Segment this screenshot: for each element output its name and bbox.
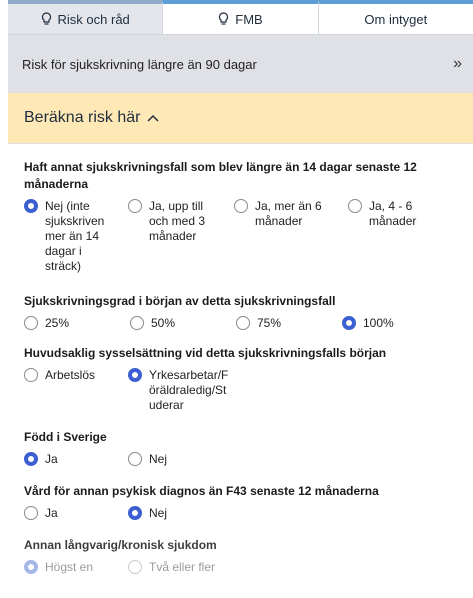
tab-label: Risk och råd	[57, 11, 130, 27]
radio-option[interactable]: Nej	[128, 506, 232, 521]
radio-button[interactable]	[130, 316, 144, 330]
question-label: Vård för annan psykisk diagnos än F43 se…	[24, 484, 379, 498]
option-label: Ja	[45, 506, 58, 520]
question-label: Haft annat sjukskrivningsfall som blev l…	[24, 160, 417, 191]
question-born-in-sweden: Född i Sverige Ja Nej	[24, 429, 457, 467]
radio-button[interactable]	[128, 560, 142, 574]
option-label: Två eller fler	[149, 560, 216, 574]
divider	[8, 143, 473, 144]
option-group: Högst en Två eller fler	[24, 560, 457, 575]
question-label: Född i Sverige	[24, 430, 107, 444]
tab-risk-och-rad[interactable]: Risk och råd	[8, 0, 163, 34]
option-label: Ja	[45, 452, 58, 466]
radio-option[interactable]: Nej (inte sjukskriven mer än 14 dagar i …	[24, 199, 128, 274]
lightbulb-icon	[41, 12, 52, 26]
lightbulb-icon	[218, 12, 229, 26]
radio-option[interactable]: Yrkesarbetar/Föräldraledig/Studerar	[128, 368, 268, 413]
tab-bar: Risk och råd FMB Om intyget	[8, 0, 473, 34]
question-chronic-disease: Annan långvarig/kronisk sjukdom Högst en…	[24, 537, 457, 575]
option-group: Ja Nej	[24, 506, 457, 521]
calc-title: Beräkna risk här	[24, 109, 141, 126]
radio-button[interactable]	[234, 199, 248, 213]
option-label: 75%	[257, 316, 282, 330]
radio-button[interactable]	[128, 368, 142, 382]
option-group: Ja Nej	[24, 452, 457, 467]
radio-button[interactable]	[236, 316, 250, 330]
risk-form: Haft annat sjukskrivningsfall som blev l…	[8, 143, 473, 575]
banner-text: Risk för sjukskrivning längre än 90 daga…	[22, 56, 257, 72]
tab-label: FMB	[235, 11, 263, 27]
question-label: Annan långvarig/kronisk sjukdom	[24, 538, 217, 552]
radio-option[interactable]: Ja	[24, 452, 128, 467]
tab-fmb[interactable]: FMB	[162, 0, 318, 34]
radio-button[interactable]	[342, 316, 356, 330]
risk-banner[interactable]: Risk för sjukskrivning längre än 90 daga…	[8, 34, 473, 93]
calc-risk-toggle[interactable]: Beräkna risk här	[8, 93, 473, 143]
radio-button[interactable]	[128, 452, 142, 466]
question-prior-sickleave: Haft annat sjukskrivningsfall som blev l…	[24, 159, 457, 274]
option-label: Nej	[149, 452, 168, 466]
radio-button[interactable]	[128, 199, 142, 213]
radio-option[interactable]: 100%	[342, 316, 422, 331]
tab-label: Om intyget	[364, 11, 428, 27]
option-label: 100%	[363, 316, 394, 330]
radio-option[interactable]: 50%	[130, 316, 236, 331]
option-label: 50%	[151, 316, 176, 330]
double-chevron-right-icon[interactable]: »	[453, 55, 462, 73]
radio-option[interactable]: Arbetslös	[24, 368, 128, 413]
option-label: Yrkesarbetar/Föräldraledig/Studerar	[149, 368, 229, 412]
option-label: Nej (inte sjukskriven mer än 14 dagar i …	[45, 199, 105, 273]
question-occupation: Huvudsaklig sysselsättning vid detta sju…	[24, 345, 457, 413]
question-label: Huvudsaklig sysselsättning vid detta sju…	[24, 346, 387, 360]
option-label: Ja, 4 - 6 månader	[369, 199, 417, 228]
option-label: Högst en	[45, 560, 94, 574]
radio-button[interactable]	[128, 506, 142, 520]
radio-option[interactable]: Ja, upp till och med 3 månader	[128, 199, 234, 274]
radio-option[interactable]: Ja, mer än 6 månader	[234, 199, 348, 274]
radio-button[interactable]	[24, 368, 38, 382]
radio-option[interactable]: Två eller fler	[128, 560, 248, 575]
option-label: 25%	[45, 316, 70, 330]
radio-button[interactable]	[24, 316, 38, 330]
radio-button[interactable]	[24, 506, 38, 520]
radio-button[interactable]	[24, 199, 38, 213]
radio-option[interactable]: 25%	[24, 316, 130, 331]
radio-button[interactable]	[348, 199, 362, 213]
question-label: Sjukskrivningsgrad i början av detta sju…	[24, 294, 336, 308]
option-label: Ja, upp till och med 3 månader	[149, 199, 206, 243]
question-psych-diagnosis: Vård för annan psykisk diagnos än F43 se…	[24, 483, 457, 521]
option-label: Nej	[149, 506, 168, 520]
chevron-up-icon	[146, 114, 159, 122]
question-sickleave-degree: Sjukskrivningsgrad i början av detta sju…	[24, 293, 457, 331]
tab-om-intyget[interactable]: Om intyget	[317, 0, 473, 34]
option-group: Nej (inte sjukskriven mer än 14 dagar i …	[24, 199, 457, 274]
option-group: Arbetslös Yrkesarbetar/Föräldraledig/Stu…	[24, 368, 457, 413]
option-label: Arbetslös	[45, 368, 96, 382]
radio-button[interactable]	[24, 452, 38, 466]
radio-option[interactable]: 75%	[236, 316, 342, 331]
sidebar-panel: Risk och råd FMB Om intyget Risk för sju…	[8, 0, 473, 598]
radio-option[interactable]: Ja	[24, 506, 128, 521]
radio-button[interactable]	[24, 560, 38, 574]
option-label: Ja, mer än 6 månader	[255, 199, 322, 228]
option-group: 25% 50% 75% 100%	[24, 316, 457, 331]
radio-option[interactable]: Nej	[128, 452, 232, 467]
radio-option[interactable]: Ja, 4 - 6 månader	[348, 199, 428, 274]
radio-option[interactable]: Högst en	[24, 560, 128, 575]
